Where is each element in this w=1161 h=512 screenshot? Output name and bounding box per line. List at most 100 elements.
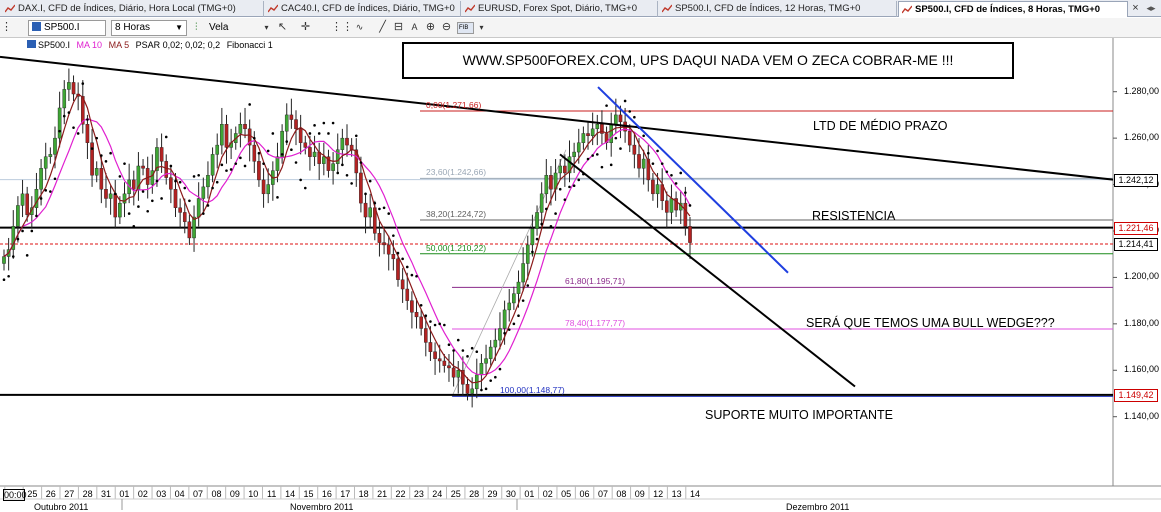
chart-style-icon[interactable]: ⫶	[195, 21, 198, 35]
psar-dot	[141, 190, 145, 193]
indicators-icon[interactable]: ∿	[352, 20, 367, 36]
psar-dot	[424, 314, 428, 318]
candle-body	[25, 193, 29, 215]
candle-body	[549, 175, 553, 190]
chart-icon	[465, 4, 475, 13]
candle-body	[322, 156, 326, 164]
draw-line-icon[interactable]: ╱	[375, 20, 390, 36]
candle-body	[368, 207, 372, 218]
psar-dot	[86, 118, 89, 121]
candle-body	[252, 144, 257, 162]
channel-icon[interactable]: ⊟	[391, 20, 406, 36]
psar-dot	[174, 179, 177, 183]
psar-dot	[447, 343, 451, 347]
psar-dot	[160, 197, 163, 200]
candle-body	[294, 119, 298, 130]
psar-dot	[364, 192, 367, 196]
psar-dot	[211, 186, 214, 190]
timeframe-select[interactable]: 8 Horas ▼	[111, 20, 187, 36]
candle-body	[609, 123, 614, 143]
psar-dot	[345, 173, 349, 177]
psar-dot	[266, 149, 270, 153]
candle-body	[539, 193, 544, 213]
grid-icon[interactable]: ⋮⋮	[331, 20, 353, 36]
text-tool-icon[interactable]: A	[407, 20, 422, 36]
psar-dot	[670, 173, 673, 177]
candle-body	[442, 360, 447, 366]
candle-body	[618, 114, 623, 123]
psar-dot	[554, 212, 557, 215]
psar-dot	[679, 171, 683, 175]
psar-dot	[220, 163, 224, 167]
psar-dot	[387, 212, 391, 215]
zoom-out-icon[interactable]: ⊖	[439, 20, 454, 36]
cursor-icon[interactable]: ↖	[275, 20, 290, 36]
candle-body	[614, 114, 618, 125]
candle-body	[261, 179, 266, 195]
psar-dot	[489, 379, 492, 383]
close-tab-button[interactable]: ×	[1129, 2, 1142, 15]
psar-dot	[206, 204, 210, 207]
psar-dot	[517, 314, 520, 318]
tab-cac40[interactable]: CAC40.I, CFD de Índices, Diário, TMG+0	[265, 1, 461, 17]
tab-sp500-12h[interactable]: SP500.I, CFD de Índices, 12 Horas, TMG+0	[659, 1, 897, 17]
tab-dax[interactable]: DAX.I, CFD de Índices, Diário, Hora Loca…	[2, 1, 264, 17]
candle-body	[16, 205, 20, 227]
candle-body	[359, 172, 363, 204]
candle-body	[67, 82, 71, 90]
tab-scroll-arrows-icon[interactable]: ◂▸	[1144, 2, 1158, 15]
psar-dot	[178, 180, 182, 184]
psar-dot	[586, 157, 590, 161]
candle-body	[187, 221, 192, 239]
fibonacci-button[interactable]: FIB	[457, 22, 474, 34]
candle-body	[405, 288, 410, 301]
symbol-selector[interactable]: SP500.I	[28, 20, 106, 36]
candle-body	[308, 147, 312, 157]
candle-body	[414, 312, 419, 318]
psar-dot	[202, 212, 205, 215]
candle-body	[71, 82, 76, 95]
psar-dot	[11, 255, 15, 258]
chevron-down-icon[interactable]: ▾	[474, 20, 489, 36]
psar-dot	[303, 186, 307, 190]
psar-dot	[591, 154, 594, 157]
zoom-in-icon[interactable]: ⊕	[423, 20, 438, 36]
price-chart[interactable]	[0, 38, 1161, 510]
candle-body	[266, 184, 271, 195]
psar-dot	[577, 178, 581, 182]
candle-body	[48, 154, 53, 157]
psar-dot	[317, 132, 321, 135]
candle-body	[257, 161, 261, 181]
chart-style-label[interactable]: Vela	[209, 21, 228, 35]
tab-sp500-8h[interactable]: SP500.I, CFD de Índices, 8 Horas, TMG+0	[898, 1, 1128, 17]
psar-dot	[350, 182, 353, 185]
psar-dot	[563, 198, 567, 201]
psar-dot	[429, 320, 432, 323]
psar-dot	[146, 209, 149, 213]
candle-body	[206, 175, 210, 188]
psar-dot	[44, 189, 48, 192]
candle-body	[590, 128, 595, 137]
psar-dot	[100, 154, 103, 157]
candle-body	[178, 207, 182, 213]
psar-dot	[113, 192, 117, 196]
crosshair-icon[interactable]: ✛	[298, 20, 313, 36]
psar-dot	[443, 323, 446, 327]
psar-dot	[104, 160, 108, 163]
psar-dot	[558, 187, 562, 191]
candle-body	[39, 168, 43, 190]
candle-body	[173, 188, 178, 208]
candle-body	[192, 216, 196, 239]
chevron-down-icon[interactable]: ▾	[259, 20, 274, 36]
candle-body	[637, 154, 641, 169]
chevron-down-icon: ▼	[175, 23, 183, 32]
psar-dot	[313, 124, 316, 127]
psar-dot	[132, 225, 136, 228]
psar-dot	[456, 338, 460, 342]
tab-eurusd[interactable]: EURUSD, Forex Spot, Diário, TMG+0	[462, 1, 658, 17]
psar-dot	[327, 132, 330, 135]
psar-dot	[7, 274, 10, 278]
candle-body	[484, 358, 488, 364]
psar-dot	[619, 147, 622, 150]
psar-dot	[484, 387, 488, 391]
